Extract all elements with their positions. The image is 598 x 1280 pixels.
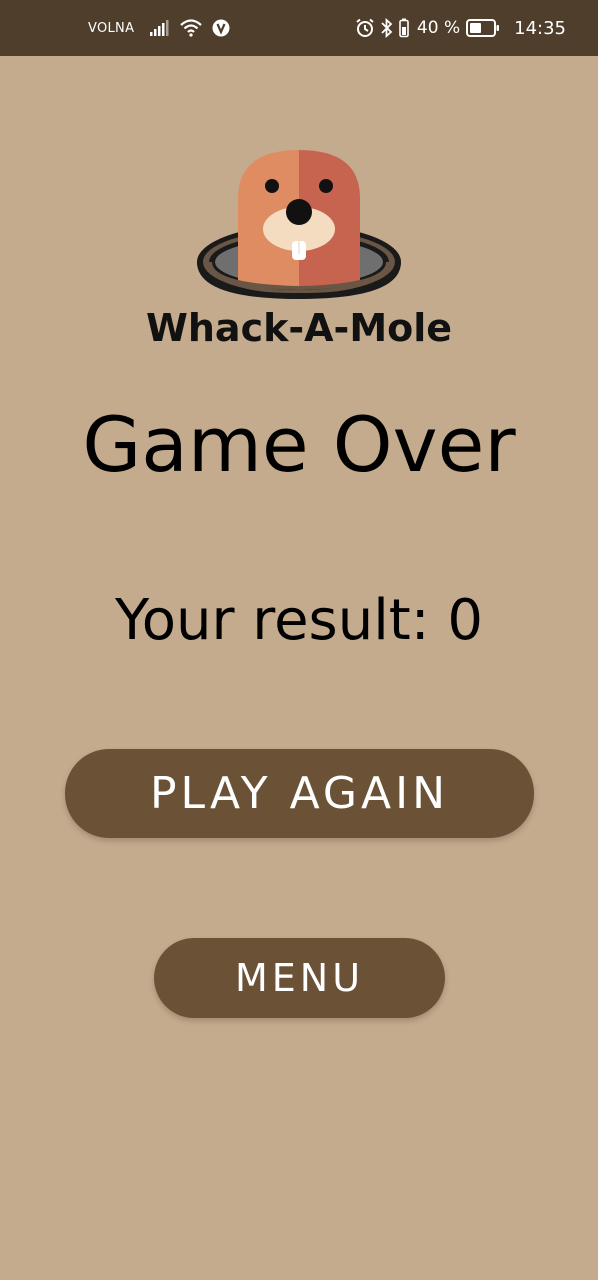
signal-icon xyxy=(150,20,170,36)
result-text: Your result: 0 xyxy=(114,588,484,653)
mole-in-hole-icon xyxy=(197,150,401,299)
battery-icon xyxy=(466,19,500,37)
game-over-title: Game Over xyxy=(82,400,516,489)
menu-button[interactable]: MENU xyxy=(154,938,445,1018)
battery-percent: 40 % xyxy=(416,18,461,38)
status-right: 40 % 14:35 xyxy=(355,0,566,56)
carrier-name: VOLNA xyxy=(88,20,135,36)
alarm-icon xyxy=(355,18,375,38)
bluetooth-icon xyxy=(381,18,393,38)
status-left: VOLNA xyxy=(88,0,230,56)
volte-icon xyxy=(212,19,230,37)
play-again-button[interactable]: PLAY AGAIN xyxy=(65,749,534,838)
status-bar: VOLNA 40 % 14:35 xyxy=(0,0,598,56)
clock: 14:35 xyxy=(514,17,566,39)
logo-text: Whack-A-Mole xyxy=(145,306,453,350)
battery-saver-icon xyxy=(399,18,409,38)
wifi-icon xyxy=(180,19,203,37)
